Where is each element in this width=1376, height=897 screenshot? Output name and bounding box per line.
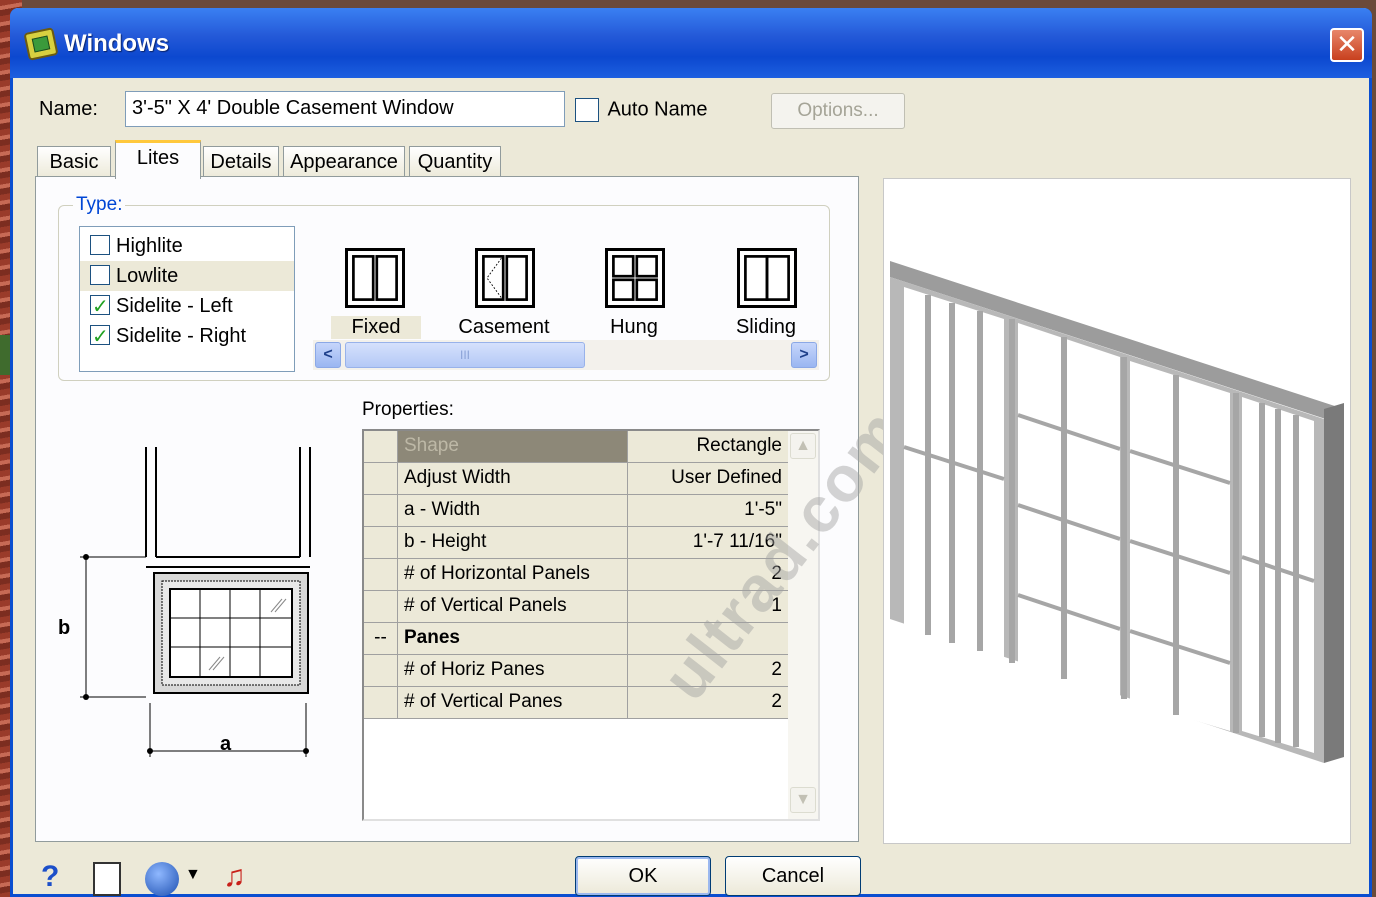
lite-item-label: Lowlite — [116, 265, 179, 287]
property-gutter — [364, 591, 398, 622]
property-gutter — [364, 687, 398, 718]
style-horizontal-scrollbar[interactable]: < III > — [313, 340, 819, 370]
scroll-right-button[interactable]: > — [791, 342, 817, 368]
property-row[interactable]: b - Height 1'-7 11/16" — [364, 527, 788, 559]
tab-appearance[interactable]: Appearance — [283, 146, 405, 178]
property-gutter — [364, 655, 398, 686]
property-row[interactable]: a - Width 1'-5" — [364, 495, 788, 527]
highlite-checkbox[interactable] — [90, 235, 110, 256]
music-icon[interactable]: ♫ — [223, 860, 246, 897]
lowlite-checkbox[interactable] — [90, 265, 110, 286]
window-title: Windows — [64, 30, 170, 57]
lite-item-sidelite-left[interactable]: Sidelite - Left — [80, 291, 294, 322]
property-gutter — [364, 495, 398, 526]
property-key: Adjust Width — [398, 463, 628, 494]
lite-item-label: Sidelite - Right — [116, 325, 247, 347]
sliding-window-icon[interactable] — [737, 248, 797, 308]
hung-window-icon[interactable] — [605, 248, 665, 308]
windows-dialog: Windows ✕ Name: 3'-5" X 4' Double Caseme… — [10, 8, 1372, 897]
sidelite-right-checkbox[interactable] — [90, 322, 110, 352]
style-label-casement[interactable]: Casement — [449, 316, 559, 339]
globe-icon[interactable] — [145, 862, 179, 896]
tab-quantity[interactable]: Quantity — [409, 146, 501, 178]
help-icon[interactable]: ? — [41, 860, 59, 897]
property-value[interactable]: Rectangle — [628, 431, 788, 462]
property-key: # of Vertical Panes — [398, 687, 628, 718]
property-key: # of Horiz Panes — [398, 655, 628, 686]
property-key: a - Width — [398, 495, 628, 526]
auto-name-label: Auto Name — [607, 98, 708, 121]
scroll-down-button[interactable]: ▼ — [790, 787, 816, 813]
property-gutter — [364, 463, 398, 494]
cancel-button[interactable]: Cancel — [725, 856, 861, 896]
lite-item-highlite[interactable]: Highlite — [80, 231, 294, 261]
property-value[interactable]: User Defined — [628, 463, 788, 494]
document-icon[interactable] — [93, 862, 121, 896]
name-input[interactable]: 3'-5" X 4' Double Casement Window — [125, 91, 565, 127]
type-group: Type: Highlite Lowlite Sidelite - Left S… — [58, 194, 830, 381]
collapse-toggle[interactable]: -- — [364, 623, 398, 654]
close-button[interactable]: ✕ — [1330, 28, 1364, 62]
style-label-fixed[interactable]: Fixed — [331, 316, 421, 339]
property-gutter — [364, 527, 398, 558]
scroll-thumb[interactable]: III — [345, 342, 585, 368]
lite-type-list[interactable]: Highlite Lowlite Sidelite - Left Sidelit… — [79, 226, 295, 372]
property-key: b - Height — [398, 527, 628, 558]
window-3d-render — [890, 261, 1344, 763]
tab-basic[interactable]: Basic — [37, 146, 111, 178]
window-app-icon — [23, 27, 59, 61]
fixed-window-icon[interactable] — [345, 248, 405, 308]
lite-item-label: Highlite — [116, 235, 183, 257]
lite-dimension-diagram — [80, 447, 311, 757]
sidelite-left-checkbox[interactable] — [90, 292, 110, 322]
window-3d-preview — [883, 178, 1351, 844]
property-gutter — [364, 559, 398, 590]
type-group-legend: Type: — [73, 194, 126, 216]
chevron-down-icon[interactable]: ▼ — [185, 866, 201, 897]
property-row[interactable]: Shape Rectangle — [364, 431, 788, 463]
property-key: Shape — [398, 431, 628, 462]
title-bar[interactable]: Windows ✕ — [10, 8, 1372, 78]
diagram-label-b: b — [58, 617, 71, 639]
options-button[interactable]: Options... — [771, 93, 905, 129]
property-gutter — [364, 431, 398, 462]
lite-item-label: Sidelite - Left — [116, 295, 233, 317]
property-row[interactable]: # of Vertical Panes 2 — [364, 687, 788, 719]
auto-name-checkbox[interactable]: Auto Name — [575, 98, 708, 122]
scroll-up-button[interactable]: ▲ — [790, 433, 816, 459]
lite-item-lowlite[interactable]: Lowlite — [80, 261, 294, 291]
tab-lites[interactable]: Lites — [115, 140, 201, 179]
ok-button[interactable]: OK — [575, 856, 711, 896]
tab-details[interactable]: Details — [203, 146, 279, 178]
property-row[interactable]: Adjust Width User Defined — [364, 463, 788, 495]
property-key: # of Horizontal Panels — [398, 559, 628, 590]
lites-tab-panel: Type: Highlite Lowlite Sidelite - Left S… — [35, 176, 919, 842]
properties-label: Properties: — [362, 399, 454, 420]
property-key: Panes — [398, 623, 628, 654]
diagram-label-a: a — [220, 733, 232, 755]
auto-name-check-box[interactable] — [575, 98, 599, 122]
casement-window-icon[interactable] — [475, 248, 535, 308]
name-label: Name: — [39, 98, 98, 120]
style-label-sliding[interactable]: Sliding — [711, 316, 821, 339]
style-label-hung[interactable]: Hung — [579, 316, 689, 339]
lite-item-sidelite-right[interactable]: Sidelite - Right — [80, 321, 294, 352]
scroll-left-button[interactable]: < — [315, 342, 341, 368]
property-key: # of Vertical Panels — [398, 591, 628, 622]
